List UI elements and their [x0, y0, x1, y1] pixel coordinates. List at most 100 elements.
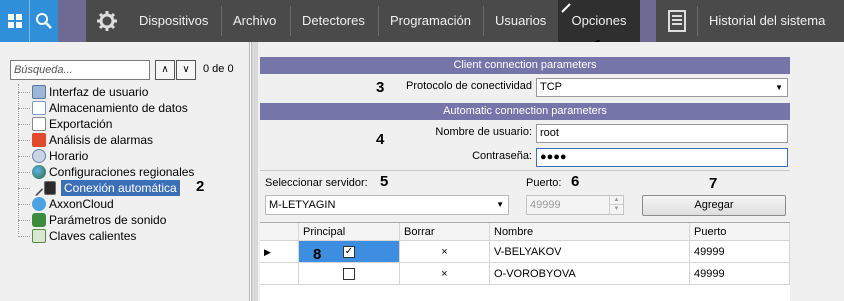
tree-connector: [18, 204, 30, 205]
search-input[interactable]: Búsqueda...: [10, 60, 150, 80]
alarm-icon: [32, 133, 46, 147]
server-label: Seleccionar servidor:: [265, 177, 368, 189]
top-toolbar: Dispositivos Archivo Detectores Programa…: [0, 0, 844, 42]
tree-item-label: Claves calientes: [49, 229, 137, 243]
cloud-icon: [32, 197, 46, 211]
document-icon: [32, 101, 46, 115]
tree-item-alarmas[interactable]: Análisis de alarmas: [12, 132, 242, 148]
name-cell: V-BELYAKOV: [490, 241, 690, 263]
annotation-2: 2: [196, 178, 205, 195]
column-borrar: Borrar: [400, 223, 490, 241]
port-label: Puerto:: [526, 177, 562, 189]
prev-result-button[interactable]: ∧: [155, 60, 175, 80]
toolbar-separator: [290, 6, 291, 36]
tree-item-sonido[interactable]: Parámetros de sonido: [12, 212, 242, 228]
username-label: Nombre de usuario:: [435, 126, 532, 138]
column-principal: Principal: [299, 223, 400, 241]
search-button[interactable]: [29, 0, 58, 42]
column-puerto: Puerto: [690, 223, 790, 241]
protocol-value: TCP: [540, 81, 562, 93]
annotation-6: 6: [571, 173, 580, 190]
tree-item-label: Configuraciones regionales: [49, 165, 195, 179]
globe-icon: [32, 165, 46, 179]
port-field[interactable]: 49999 ▲ ▼: [526, 195, 624, 215]
next-result-button[interactable]: ∨: [176, 60, 196, 80]
annotation-4: 4: [376, 131, 385, 148]
username-field[interactable]: root: [536, 124, 788, 143]
column-nombre: Nombre: [490, 223, 690, 241]
principal-cell: [299, 263, 400, 285]
tree-connector: [18, 236, 30, 237]
keyboard-icon: [32, 229, 46, 243]
tree-item-label: Exportación: [49, 117, 113, 131]
tree-item-axxoncloud[interactable]: AxxonCloud: [12, 196, 242, 212]
toolbar-accent: [640, 0, 656, 42]
annotation-3: 3: [376, 79, 385, 96]
tree-connector: [18, 124, 30, 125]
toolbar-accent: [58, 0, 86, 42]
tab-usuarios[interactable]: Usuarios: [485, 0, 556, 42]
pencil-icon: [26, 179, 44, 197]
close-icon: ×: [441, 246, 448, 258]
tree-item-label: Interfaz de usuario: [49, 85, 149, 99]
annotation-5: 5: [380, 173, 389, 190]
settings-tree-panel: Búsqueda... ∧ ∨ 0 de 0 Interfaz de usuar…: [0, 42, 250, 301]
principal-checkbox[interactable]: ✓: [343, 246, 355, 258]
row-indicator-cell: [260, 263, 299, 285]
port-value: 49999: [530, 199, 561, 211]
port-cell: 49999: [690, 241, 790, 263]
server-select-value: M-LETYAGIN: [269, 199, 336, 211]
tree-item-regionales[interactable]: Configuraciones regionales: [12, 164, 242, 180]
toolbar-separator: [378, 6, 379, 36]
current-row-icon: ▶: [264, 247, 271, 257]
windows-button[interactable]: [0, 0, 29, 42]
add-button[interactable]: Agregar: [642, 195, 786, 216]
principal-checkbox[interactable]: [343, 268, 355, 280]
tab-archivo[interactable]: Archivo: [223, 0, 286, 42]
client-section-header: Client connection parameters: [260, 57, 790, 74]
panel-splitter[interactable]: [251, 42, 258, 301]
tree-item-interfaz[interactable]: Interfaz de usuario: [12, 84, 242, 100]
delete-cell[interactable]: ×: [400, 263, 490, 285]
search-icon: [36, 13, 52, 29]
tab-historial[interactable]: Historial del sistema: [699, 0, 835, 42]
tree-item-conexion[interactable]: Conexión automática: [12, 179, 242, 197]
chevron-down-icon: ▼: [496, 200, 504, 209]
toolbar-separator: [697, 6, 698, 36]
windows-icon: [7, 14, 22, 28]
connection-icon: [44, 181, 56, 195]
tab-detectores[interactable]: Detectores: [292, 0, 375, 42]
settings-button[interactable]: [92, 0, 122, 42]
tree-item-label: Parámetros de sonido: [49, 213, 167, 227]
tree-connector: [18, 156, 30, 157]
port-cell: 49999: [690, 263, 790, 285]
table-row[interactable]: ▶ ✓ × V-BELYAKOV 49999: [260, 241, 790, 263]
table-row[interactable]: × O-VOROBYOVA 49999: [260, 263, 790, 285]
name-cell: O-VOROBYOVA: [490, 263, 690, 285]
tab-programacion[interactable]: Programación: [380, 0, 481, 42]
settings-content-panel: Client connection parameters Protocolo d…: [258, 42, 844, 301]
password-row: Contraseña: ●●●●: [260, 146, 790, 168]
server-select[interactable]: M-LETYAGIN ▼: [265, 195, 509, 215]
delete-cell[interactable]: ×: [400, 241, 490, 263]
clock-icon: [32, 149, 46, 163]
tree-item-label: AxxonCloud: [49, 197, 114, 211]
tab-dispositivos[interactable]: Dispositivos: [129, 0, 218, 42]
tree-connector: [18, 220, 30, 221]
password-label: Contraseña:: [472, 150, 532, 162]
protocol-select[interactable]: TCP ▼: [536, 78, 788, 97]
spin-down-icon[interactable]: ▼: [609, 205, 623, 214]
spin-up-icon[interactable]: ▲: [609, 196, 623, 205]
tree-item-exportacion[interactable]: Exportación: [12, 116, 242, 132]
toolbar-separator: [221, 6, 222, 36]
tree-item-claves[interactable]: Claves calientes: [12, 228, 242, 244]
tree-item-horario[interactable]: Horario: [12, 148, 242, 164]
report-button[interactable]: [662, 0, 692, 42]
tree-connector: [18, 92, 30, 93]
toolbar-separator: [483, 6, 484, 36]
tree-item-almacenamiento[interactable]: Almacenamiento de datos: [12, 100, 242, 116]
password-field[interactable]: ●●●●: [536, 148, 788, 167]
tree-item-label: Análisis de alarmas: [49, 133, 154, 147]
monitor-icon: [32, 85, 46, 99]
report-icon: [668, 10, 686, 32]
